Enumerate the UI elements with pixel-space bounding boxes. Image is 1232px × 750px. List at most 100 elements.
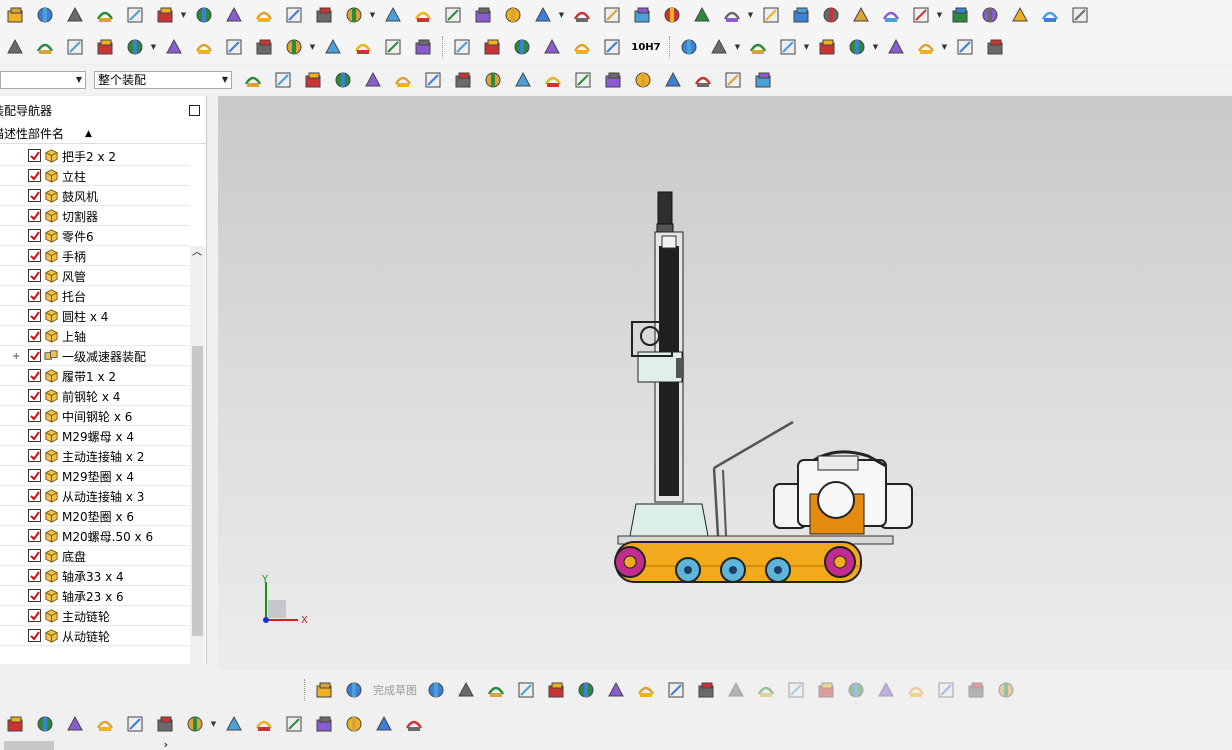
visibility-checkbox[interactable] <box>28 229 41 242</box>
tolerance-button[interactable]: 10H7 <box>631 36 661 58</box>
add-component-icon[interactable] <box>678 36 700 58</box>
tree-row[interactable]: 把手2 x 2 <box>0 146 190 166</box>
trim-curve-icon[interactable] <box>984 36 1006 58</box>
tree-row[interactable]: 轴承23 x 6 <box>0 586 190 606</box>
visibility-checkbox[interactable] <box>28 549 41 562</box>
centerline-icon[interactable] <box>541 36 563 58</box>
expand-icon[interactable]: + <box>12 351 21 362</box>
chamfer-icon[interactable] <box>154 4 176 26</box>
studio-spline-icon[interactable] <box>816 36 838 58</box>
point-on-face-icon[interactable] <box>722 69 744 91</box>
tree-row[interactable]: 风管 <box>0 266 190 286</box>
patch-icon[interactable] <box>661 4 683 26</box>
assembly-constraint-icon[interactable] <box>94 36 116 58</box>
edge-blend-icon[interactable] <box>124 4 146 26</box>
dropdown-arrow-icon[interactable]: ▼ <box>936 4 943 26</box>
constraint-icon[interactable] <box>905 679 927 701</box>
visibility-checkbox[interactable] <box>28 389 41 402</box>
datum-plane-icon[interactable] <box>502 4 524 26</box>
cube-icon[interactable] <box>422 69 444 91</box>
project-curve-icon[interactable] <box>915 36 937 58</box>
visibility-checkbox[interactable] <box>28 349 41 362</box>
tree-row[interactable]: 上轴 <box>0 326 190 346</box>
reposition-icon[interactable] <box>124 36 146 58</box>
dropdown-arrow-icon[interactable]: ▼ <box>734 36 741 58</box>
ruled-icon[interactable] <box>910 4 932 26</box>
dropdown-arrow-icon[interactable]: ▼ <box>210 713 217 735</box>
box-select-icon[interactable] <box>362 69 384 91</box>
quick-extend-icon[interactable] <box>755 679 777 701</box>
move-layer-icon[interactable] <box>34 36 56 58</box>
point-on-curve-icon[interactable] <box>692 69 714 91</box>
dropdown-arrow-icon[interactable]: ▼ <box>150 36 157 58</box>
polygon-tool-icon[interactable] <box>635 679 657 701</box>
sketch-settings-icon[interactable] <box>995 679 1017 701</box>
vertical-scroll-thumb[interactable] <box>192 346 203 636</box>
tree-row[interactable]: 托台 <box>0 286 190 306</box>
mid-point-icon[interactable] <box>512 69 534 91</box>
reference-set-icon[interactable] <box>313 713 335 735</box>
clearance-icon[interactable] <box>343 713 365 735</box>
visibility-checkbox[interactable] <box>28 209 41 222</box>
symbol-icon[interactable] <box>511 36 533 58</box>
trim-body-icon[interactable] <box>382 4 404 26</box>
unite-icon[interactable] <box>283 4 305 26</box>
move-face-icon[interactable] <box>313 4 335 26</box>
visibility-checkbox[interactable] <box>28 189 41 202</box>
wave-icon[interactable] <box>283 713 305 735</box>
draft-icon[interactable] <box>472 4 494 26</box>
visibility-checkbox[interactable] <box>28 469 41 482</box>
profile-icon[interactable] <box>425 679 447 701</box>
cylinder-icon[interactable] <box>94 4 116 26</box>
weld-icon[interactable] <box>412 36 434 58</box>
dropdown-arrow-icon[interactable]: ▼ <box>309 36 316 58</box>
offset-surface-icon[interactable] <box>790 4 812 26</box>
tree-row[interactable]: 鼓风机 <box>0 186 190 206</box>
dropdown-arrow-icon[interactable]: ▼ <box>558 4 565 26</box>
line-icon[interactable] <box>747 36 769 58</box>
visibility-checkbox[interactable] <box>28 569 41 582</box>
center-icon[interactable] <box>602 69 624 91</box>
visibility-checkbox[interactable] <box>28 509 41 522</box>
tree-row[interactable]: 主动连接轴 x 2 <box>0 446 190 466</box>
sketch-icon[interactable] <box>313 679 335 701</box>
rectangle-tool-icon[interactable] <box>605 679 627 701</box>
select-icon[interactable] <box>272 69 294 91</box>
point-snap-icon[interactable] <box>452 69 474 91</box>
visibility-checkbox[interactable] <box>28 309 41 322</box>
visibility-checkbox[interactable] <box>28 269 41 282</box>
hole-icon[interactable] <box>223 4 245 26</box>
visibility-checkbox[interactable] <box>28 529 41 542</box>
tree-row[interactable]: 中间钢轮 x 6 <box>0 406 190 426</box>
horizontal-scroll-thumb[interactable] <box>4 741 54 750</box>
triangle-icon[interactable] <box>451 36 473 58</box>
mate-icon[interactable] <box>163 36 185 58</box>
explosion-icon[interactable] <box>223 713 245 735</box>
visibility-checkbox[interactable] <box>28 489 41 502</box>
tree-row[interactable]: M20螺母.50 x 6 <box>0 526 190 546</box>
control-point-icon[interactable] <box>542 69 564 91</box>
arc-tool-icon[interactable] <box>485 679 507 701</box>
visibility-checkbox[interactable] <box>28 589 41 602</box>
shell-icon[interactable] <box>442 4 464 26</box>
show-constraints-icon[interactable] <box>935 679 957 701</box>
dropdown-arrow-icon[interactable]: ▼ <box>941 36 948 58</box>
mesh-surface-icon[interactable] <box>721 4 743 26</box>
components-icon[interactable] <box>34 713 56 735</box>
sequence-icon[interactable] <box>253 713 275 735</box>
grid-icon[interactable] <box>752 69 774 91</box>
mirror-curve-icon[interactable] <box>954 36 976 58</box>
tree-row[interactable]: 从动链轮 <box>0 626 190 646</box>
offset-curve-tool-icon[interactable] <box>815 679 837 701</box>
visibility-checkbox[interactable] <box>28 169 41 182</box>
tree-row[interactable]: + 一级减速器装配 <box>0 346 190 366</box>
extension-icon[interactable] <box>949 4 971 26</box>
type-filter-select[interactable]: ▼ <box>0 71 86 89</box>
copy-layer-icon[interactable] <box>64 36 86 58</box>
visibility-checkbox[interactable] <box>28 149 41 162</box>
intersect-icon[interactable] <box>1009 4 1031 26</box>
tree-row[interactable]: 轴承33 x 4 <box>0 566 190 586</box>
circle-tool-icon[interactable] <box>515 679 537 701</box>
split-body-icon[interactable] <box>412 4 434 26</box>
base-pedestal-model[interactable] <box>629 503 709 537</box>
